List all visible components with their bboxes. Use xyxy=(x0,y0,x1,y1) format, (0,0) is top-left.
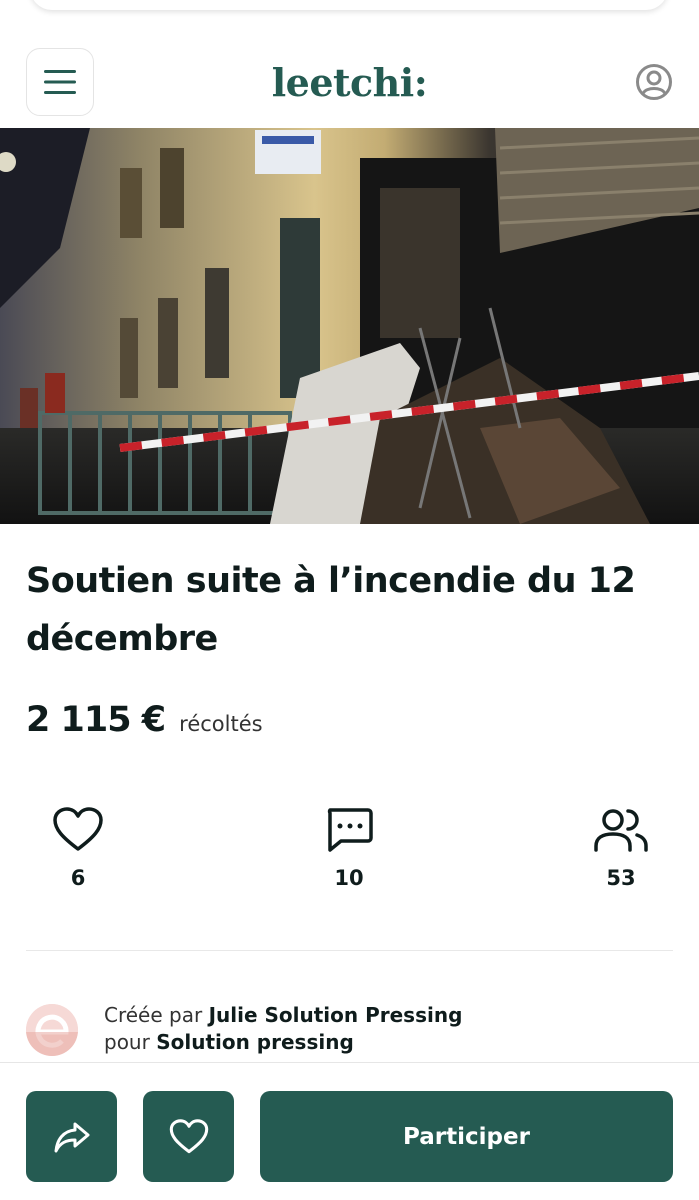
creator-name-link[interactable]: Julie Solution Pressing xyxy=(209,1003,463,1027)
likes-count: 6 xyxy=(70,866,86,890)
chat-bubble-icon xyxy=(327,808,373,852)
favorite-button[interactable] xyxy=(143,1091,234,1182)
bottom-action-bar: Participer xyxy=(0,1062,699,1200)
campaign-hero-image xyxy=(0,128,699,524)
creator-avatar[interactable] xyxy=(26,1004,78,1056)
users-icon xyxy=(594,809,648,852)
comments-stat[interactable]: 10 xyxy=(294,802,404,890)
campaign-title: Soutien suite à l’incendie du 12 décembr… xyxy=(26,561,636,659)
comments-count: 10 xyxy=(334,866,364,890)
participants-stat[interactable]: 53 xyxy=(566,802,676,890)
amount-label: récoltés xyxy=(179,712,263,736)
site-header: leetchi: xyxy=(0,36,699,128)
heart-icon xyxy=(53,807,103,851)
participants-count: 53 xyxy=(606,866,636,890)
leetchi-logo[interactable]: leetchi: xyxy=(0,60,699,105)
likes-stat[interactable]: 6 xyxy=(23,802,133,890)
for-label: pour xyxy=(104,1030,150,1054)
search-bar-edge xyxy=(30,0,668,10)
avatar-logo-icon xyxy=(26,1004,78,1056)
heart-icon xyxy=(169,1118,208,1153)
participate-button[interactable]: Participer xyxy=(260,1091,673,1182)
hero-photo xyxy=(0,128,699,524)
amount-collected: 2 115 € récoltés xyxy=(26,700,263,744)
creator-info: Créée par Julie Solution Pressing pour S… xyxy=(26,1002,666,1060)
created-by-label: Créée par xyxy=(104,1003,203,1027)
account-button[interactable] xyxy=(634,62,674,102)
amount-value: 2 115 € xyxy=(26,700,166,740)
user-circle-icon xyxy=(636,64,672,100)
beneficiary-name-link[interactable]: Solution pressing xyxy=(156,1030,354,1054)
section-divider xyxy=(26,950,673,951)
share-icon xyxy=(54,1122,89,1152)
share-button[interactable] xyxy=(26,1091,117,1182)
